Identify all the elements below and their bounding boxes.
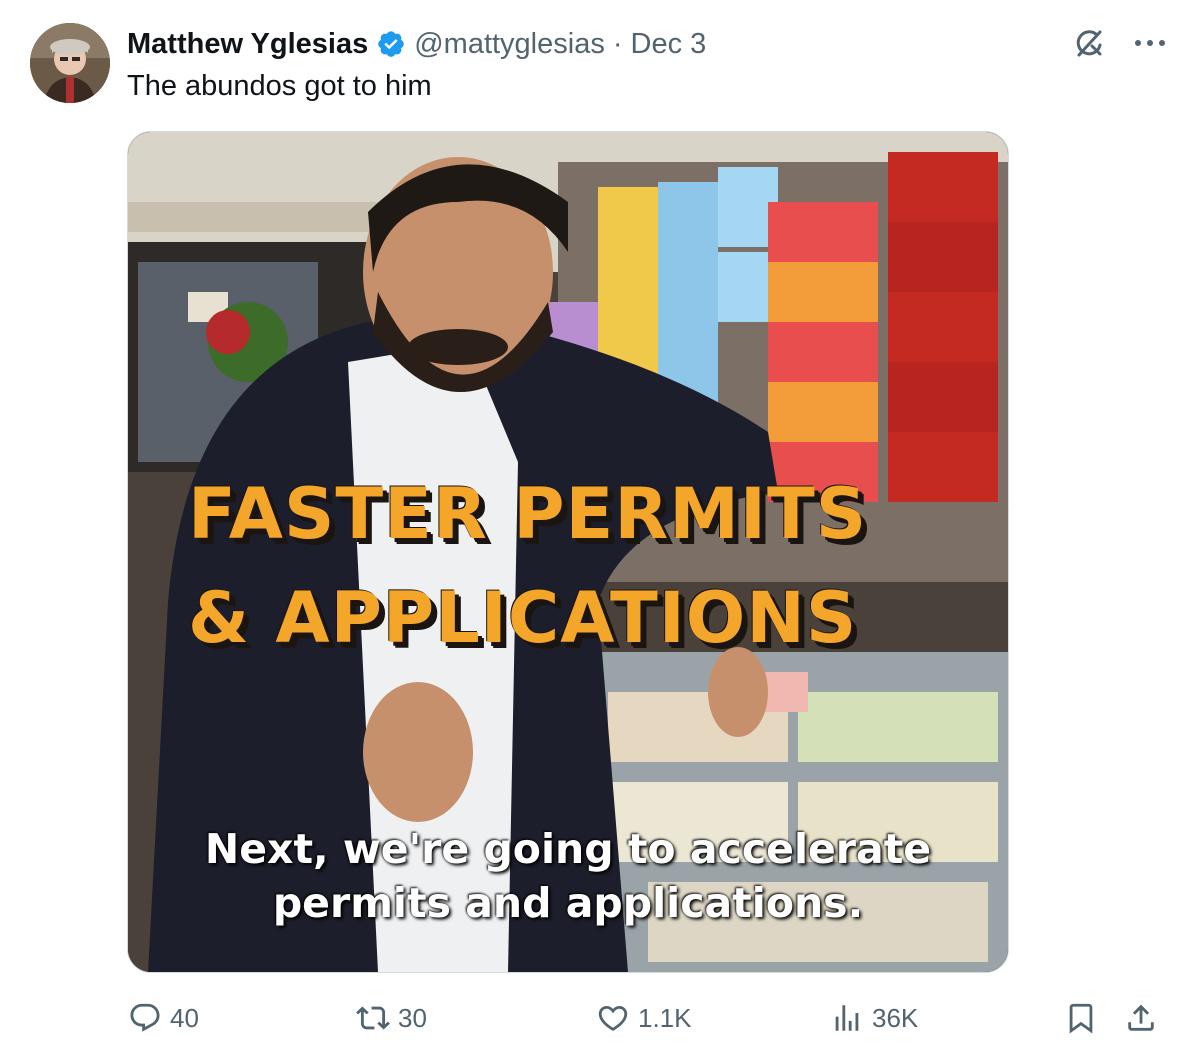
author-name[interactable]: Matthew Yglesias [127, 28, 368, 61]
reply-icon [130, 1003, 160, 1032]
avatar-image [30, 23, 110, 103]
views-icon [835, 1005, 859, 1031]
heart-icon [598, 1005, 628, 1031]
grok-icon[interactable] [1070, 24, 1108, 62]
reply-button[interactable]: 40 [128, 995, 199, 1041]
repost-button[interactable]: 30 [356, 995, 427, 1041]
caption-line-2: & APPLICATIONS [188, 577, 858, 659]
tweet-text: The abundos got to him [127, 70, 432, 102]
separator-dot: · [612, 27, 623, 60]
top-actions [1070, 24, 1166, 62]
tweet-actions: 40 30 1.1K 36K [0, 995, 1196, 1041]
like-button[interactable]: 1.1K [596, 995, 692, 1041]
views-button[interactable]: 36K [830, 995, 918, 1041]
views-count: 36K [872, 1002, 919, 1033]
author-avatar[interactable] [30, 23, 110, 103]
subtitle-line-2: permits and applications. [272, 879, 864, 927]
repost-icon [356, 1006, 390, 1030]
author-handle[interactable]: @mattyglesias [414, 28, 605, 61]
tweet-header: Matthew Yglesias @mattyglesias · Dec 3 [127, 24, 706, 64]
more-icon[interactable] [1134, 38, 1166, 48]
share-button[interactable] [1124, 995, 1158, 1041]
share-icon [1128, 1004, 1154, 1031]
subtitle-line-1: Next, we're going to accelerate [204, 825, 932, 873]
like-count: 1.1K [638, 1002, 692, 1033]
verified-badge-icon[interactable] [376, 29, 406, 59]
video-caption-title: FASTER PERMITS & APPLICATIONS [188, 462, 988, 670]
tweet-media[interactable]: FASTER PERMITS & APPLICATIONS Next, we'r… [127, 131, 1009, 973]
video-subtitle: Next, we're going to accelerate permits … [128, 822, 1008, 930]
caption-line-1: FASTER PERMITS [188, 473, 868, 555]
bookmark-button[interactable] [1064, 995, 1098, 1041]
bookmark-icon [1069, 1003, 1093, 1034]
tweet-date[interactable]: Dec 3 [631, 28, 707, 61]
repost-count: 30 [398, 1002, 427, 1033]
reply-count: 40 [170, 1002, 199, 1033]
